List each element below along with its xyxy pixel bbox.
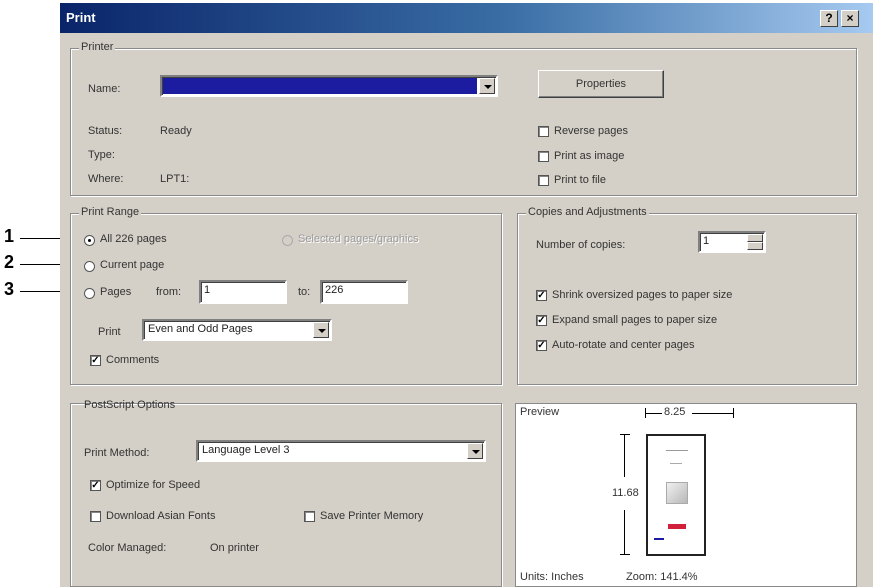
number-of-copies-label: Number of copies: xyxy=(536,239,626,251)
close-button[interactable]: × xyxy=(841,10,859,27)
thumb-subtitle-line xyxy=(670,463,682,464)
where-value: LPT1: xyxy=(160,173,190,185)
type-label: Type: xyxy=(88,149,115,161)
printer-name-selection xyxy=(163,78,477,94)
postscript-group xyxy=(70,403,502,587)
color-managed-value: On printer xyxy=(210,542,259,554)
height-line-bottom xyxy=(624,510,625,554)
status-label: Status: xyxy=(88,125,123,137)
name-label: Name: xyxy=(88,83,121,95)
spin-down-icon[interactable] xyxy=(747,242,763,250)
current-page-label: Current page xyxy=(100,259,165,271)
optimize-label: Optimize for Speed xyxy=(106,479,201,491)
print-to-file-checkbox[interactable] xyxy=(538,175,549,186)
save-memory-label: Save Printer Memory xyxy=(320,510,424,522)
window-title: Print xyxy=(66,10,96,25)
units-label: Units: Inches xyxy=(520,571,584,583)
print-subset-select[interactable]: Even and Odd Pages xyxy=(142,319,332,341)
help-button[interactable]: ? xyxy=(820,10,838,27)
print-to-file-label: Print to file xyxy=(554,174,606,186)
thumb-red-bar xyxy=(668,524,686,529)
print-as-image-checkbox[interactable] xyxy=(538,151,549,162)
height-tick-top xyxy=(620,434,630,435)
from-input[interactable]: 1 xyxy=(199,280,287,304)
optimize-checkbox[interactable]: ✓ xyxy=(90,480,101,491)
preview-pane: Preview 8.25 11.68 Units: Inches Zoom: 1… xyxy=(515,403,857,587)
all-pages-label: All 226 pages xyxy=(100,233,167,245)
height-value: 11.68 xyxy=(612,487,639,499)
print-dialog: Print ? × Printer Name: Properties Statu… xyxy=(60,3,873,587)
print-subset-label: Print xyxy=(98,326,121,338)
shrink-checkbox[interactable]: ✓ xyxy=(536,290,547,301)
copies-input[interactable]: 1 xyxy=(698,231,766,253)
postscript-group-label: PostScript Options xyxy=(84,399,176,411)
comments-checkbox[interactable]: ✓ xyxy=(90,355,101,366)
print-as-image-label: Print as image xyxy=(554,150,625,162)
reverse-pages-label: Reverse pages xyxy=(554,125,628,137)
width-tick-right xyxy=(733,408,734,418)
from-label: from: xyxy=(156,286,182,298)
expand-label: Expand small pages to paper size xyxy=(552,314,718,326)
chevron-down-icon[interactable] xyxy=(313,322,329,338)
selected-pages-label: Selected pages/graphics xyxy=(298,233,419,245)
download-fonts-label: Download Asian Fonts xyxy=(106,510,216,522)
autorotate-label: Auto-rotate and center pages xyxy=(552,339,695,351)
title-bar: Print ? × xyxy=(60,3,873,33)
chevron-down-icon[interactable] xyxy=(479,78,495,94)
reverse-pages-checkbox[interactable] xyxy=(538,126,549,137)
callout-3: 3 xyxy=(4,279,15,299)
printer-image-icon xyxy=(666,482,688,504)
thumb-title-line xyxy=(666,450,688,451)
save-memory-checkbox[interactable] xyxy=(304,511,315,522)
spin-up-icon[interactable] xyxy=(747,234,763,242)
height-line-top xyxy=(624,435,625,477)
copies-group-label: Copies and Adjustments xyxy=(526,206,649,218)
autorotate-checkbox[interactable]: ✓ xyxy=(536,340,547,351)
where-label: Where: xyxy=(88,173,124,185)
expand-checkbox[interactable]: ✓ xyxy=(536,315,547,326)
print-range-group-label: Print Range xyxy=(79,206,142,218)
width-line-right xyxy=(692,413,733,414)
comments-label: Comments xyxy=(106,354,160,366)
pages-radio[interactable] xyxy=(84,288,95,299)
download-fonts-checkbox[interactable] xyxy=(90,511,101,522)
callout-2: 2 xyxy=(4,252,15,272)
selected-pages-radio[interactable] xyxy=(282,235,293,246)
width-value: 8.25 xyxy=(664,406,686,418)
page-thumbnail xyxy=(646,434,706,556)
print-method-label: Print Method: xyxy=(84,447,150,459)
status-value: Ready xyxy=(160,125,192,137)
width-line-left xyxy=(646,413,662,414)
color-managed-label: Color Managed: xyxy=(88,542,167,554)
print-method-select[interactable]: Language Level 3 xyxy=(196,440,486,462)
properties-button[interactable]: Properties xyxy=(538,70,664,98)
pages-label: Pages xyxy=(100,286,132,298)
to-input[interactable]: 226 xyxy=(320,280,408,304)
current-page-radio[interactable] xyxy=(84,261,95,272)
preview-label: Preview xyxy=(520,406,560,418)
printer-group-label: Printer xyxy=(79,41,116,53)
shrink-label: Shrink oversized pages to paper size xyxy=(552,289,733,301)
to-label: to: xyxy=(298,286,311,298)
callout-1: 1 xyxy=(4,226,15,246)
thumb-logo-mark xyxy=(654,538,664,540)
zoom-label: Zoom: 141.4% xyxy=(626,571,698,583)
chevron-down-icon[interactable] xyxy=(467,443,483,459)
height-tick-bottom xyxy=(620,554,630,555)
printer-name-select[interactable] xyxy=(160,75,498,97)
all-pages-radio[interactable] xyxy=(84,235,95,246)
